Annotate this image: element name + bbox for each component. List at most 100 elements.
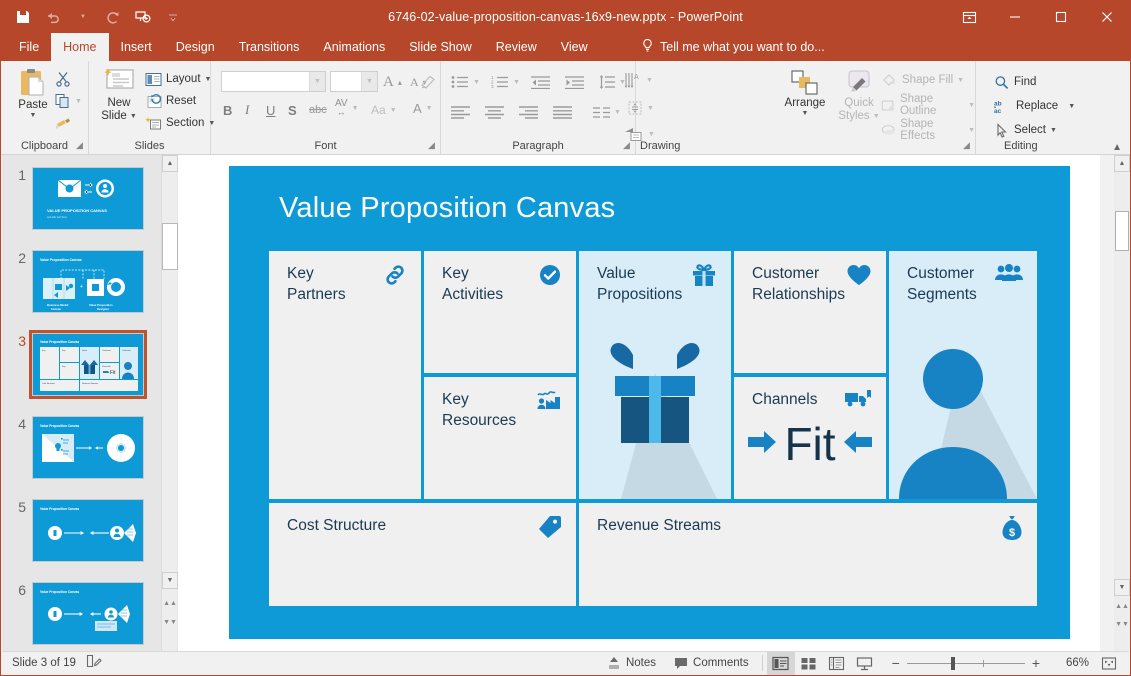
- layout-button[interactable]: Layout ▼: [145, 68, 211, 90]
- replace-button[interactable]: abac Replace ▼: [994, 95, 1075, 117]
- thumbnail-image-6[interactable]: Value Proposition Canvas: [32, 582, 144, 645]
- cell-cost-structure[interactable]: Cost Structure: [269, 503, 576, 606]
- section-button[interactable]: Section ▼: [145, 112, 215, 134]
- canvas-scrollbar-thumb[interactable]: [1115, 211, 1129, 251]
- new-slide-button[interactable]: New Slide ▼: [95, 67, 143, 123]
- replace-dropdown-icon[interactable]: ▼: [1068, 103, 1075, 110]
- bullets-dropdown-icon[interactable]: ▼: [473, 79, 480, 86]
- zoom-handle[interactable]: [951, 657, 955, 670]
- canvas-scrollbar[interactable]: ▲ ▼ ▲▲ ▼▼: [1114, 155, 1130, 652]
- change-case-dropdown-icon[interactable]: ▼: [390, 107, 397, 114]
- thumbnail-image-3[interactable]: Value Proposition Canvas Key Key Value C…: [32, 333, 144, 396]
- char-spacing-dropdown-icon[interactable]: ▼: [352, 105, 359, 112]
- font-color-dropdown-icon[interactable]: ▼: [426, 105, 433, 112]
- tab-view[interactable]: View: [549, 33, 600, 61]
- font-size-dropdown-icon[interactable]: ▼: [361, 72, 377, 91]
- thumbnail-image-4[interactable]: Value Proposition Canvas: [32, 416, 144, 479]
- tab-home[interactable]: Home: [51, 33, 108, 61]
- copy-button[interactable]: ▼: [55, 90, 82, 112]
- align-center-button[interactable]: [485, 101, 504, 123]
- thumbnail-image-5[interactable]: Value Proposition Canvas: [32, 499, 144, 562]
- cut-button[interactable]: [55, 68, 71, 90]
- drawing-dialog-launcher[interactable]: ◢: [961, 140, 972, 151]
- paste-dropdown-icon[interactable]: ▼: [30, 112, 37, 119]
- font-dialog-launcher[interactable]: ◢: [426, 140, 437, 151]
- reading-view-button[interactable]: [823, 652, 851, 675]
- cell-revenue-streams[interactable]: Revenue Streams $: [579, 503, 1037, 606]
- tab-design[interactable]: Design: [164, 33, 227, 61]
- new-slide-dropdown-icon[interactable]: ▼: [130, 110, 137, 123]
- maximize-button[interactable]: [1038, 1, 1084, 33]
- thumbnail-slide-6[interactable]: 6 Value Proposition Canvas: [4, 582, 164, 645]
- increase-indent-button[interactable]: [565, 71, 584, 93]
- line-spacing-button[interactable]: ▼: [599, 71, 626, 93]
- strikethrough-button[interactable]: abc: [309, 99, 327, 121]
- select-button[interactable]: Select ▼: [994, 119, 1057, 141]
- slide-sorter-view-button[interactable]: [795, 652, 823, 675]
- ribbon-display-options-icon[interactable]: [946, 1, 992, 33]
- find-button[interactable]: Find: [994, 71, 1036, 93]
- next-slide-button[interactable]: ▼▼: [162, 614, 178, 630]
- cell-channels[interactable]: Channels Fit: [734, 377, 886, 499]
- character-spacing-button[interactable]: AV ↔ ▼: [335, 97, 359, 119]
- canvas-scroll-down-button[interactable]: ▼: [1114, 579, 1130, 596]
- thumbnail-slide-3[interactable]: 3 Value Proposition Canvas Key Key: [4, 333, 164, 396]
- normal-view-button[interactable]: [767, 652, 795, 675]
- thumbnail-slide-4[interactable]: 4 Value Proposition Canvas: [4, 416, 164, 479]
- thumbnail-slide-1[interactable]: 1 VALUE PROPOSITION CANVAS sub-title tex…: [4, 167, 164, 230]
- notes-button[interactable]: Notes: [598, 652, 665, 675]
- cell-key-partners[interactable]: KeyPartners: [269, 251, 421, 499]
- font-name-input[interactable]: ▼: [221, 71, 326, 92]
- font-name-dropdown-icon[interactable]: ▼: [309, 72, 325, 91]
- fit-slide-to-window-button[interactable]: [1095, 652, 1123, 675]
- slide-canvas-area[interactable]: Value Proposition Canvas KeyPartners Key…: [178, 155, 1100, 652]
- thumbnail-image-1[interactable]: VALUE PROPOSITION CANVAS sub-title text …: [32, 167, 144, 230]
- tab-slide-show[interactable]: Slide Show: [397, 33, 484, 61]
- font-color-button[interactable]: A ▼: [413, 97, 433, 119]
- align-right-button[interactable]: [519, 101, 538, 123]
- close-button[interactable]: [1084, 1, 1130, 33]
- canvas-previous-slide-button[interactable]: ▲▲: [1114, 599, 1130, 614]
- canvas-next-slide-button[interactable]: ▼▼: [1114, 617, 1130, 632]
- zoom-in-button[interactable]: +: [1025, 656, 1047, 670]
- zoom-out-button[interactable]: −: [885, 656, 907, 670]
- format-painter-button[interactable]: [55, 112, 73, 134]
- font-size-input[interactable]: ▼: [330, 71, 378, 92]
- cell-customer-segments[interactable]: CustomerSegments: [889, 251, 1037, 499]
- previous-slide-button[interactable]: ▲▲: [162, 595, 178, 611]
- clipboard-dialog-launcher[interactable]: ◢: [74, 140, 85, 151]
- tab-transitions[interactable]: Transitions: [227, 33, 312, 61]
- cell-customer-relationships[interactable]: CustomerRelationships: [734, 251, 886, 373]
- arrange-dropdown-icon[interactable]: ▼: [802, 110, 809, 117]
- paste-button[interactable]: Paste ▼: [7, 67, 59, 119]
- slide-show-view-button[interactable]: [851, 652, 879, 675]
- slide-thumbnail-pane[interactable]: 1 VALUE PROPOSITION CANVAS sub-title tex…: [2, 155, 178, 652]
- numbering-button[interactable]: 123 ▼: [491, 71, 520, 93]
- quick-styles-button[interactable]: Quick Styles ▼: [834, 69, 884, 123]
- thumbnail-slide-5[interactable]: 5 Value Proposition Canvas: [4, 499, 164, 562]
- numbering-dropdown-icon[interactable]: ▼: [513, 79, 520, 86]
- paragraph-dialog-launcher[interactable]: ◢: [621, 140, 632, 151]
- collapse-ribbon-icon[interactable]: ▲: [1112, 142, 1122, 153]
- cell-value-propositions[interactable]: ValuePropositions: [579, 251, 731, 499]
- thumbnail-slide-2[interactable]: 2 Value Proposition Canvas Business Mode…: [4, 250, 164, 313]
- zoom-percent[interactable]: 66%: [1053, 657, 1095, 669]
- thumbnail-pane-scrollbar[interactable]: ▲ ▼ ▲▲ ▼▼: [161, 155, 177, 652]
- italic-button[interactable]: I: [245, 99, 249, 121]
- arrange-button[interactable]: Arrange ▼: [777, 69, 833, 117]
- clear-formatting-button[interactable]: [419, 71, 436, 93]
- change-case-button[interactable]: Aa ▼: [371, 99, 397, 121]
- tab-file[interactable]: File: [7, 33, 51, 61]
- accessibility-checker-icon[interactable]: [86, 654, 102, 672]
- slide-indicator[interactable]: Slide 3 of 19: [12, 657, 76, 669]
- bold-button[interactable]: B: [223, 99, 232, 121]
- current-slide[interactable]: Value Proposition Canvas KeyPartners Key…: [229, 166, 1070, 639]
- thumbnail-image-2[interactable]: Value Proposition Canvas Business Model …: [32, 250, 144, 313]
- underline-button[interactable]: U: [266, 99, 275, 121]
- thumbnail-scrollbar-thumb[interactable]: [162, 223, 178, 270]
- slide-title[interactable]: Value Proposition Canvas: [279, 192, 615, 225]
- thumbnail-scroll-up-button[interactable]: ▲: [162, 155, 178, 172]
- reset-button[interactable]: Reset: [145, 90, 196, 112]
- align-left-button[interactable]: [451, 101, 470, 123]
- tab-review[interactable]: Review: [484, 33, 549, 61]
